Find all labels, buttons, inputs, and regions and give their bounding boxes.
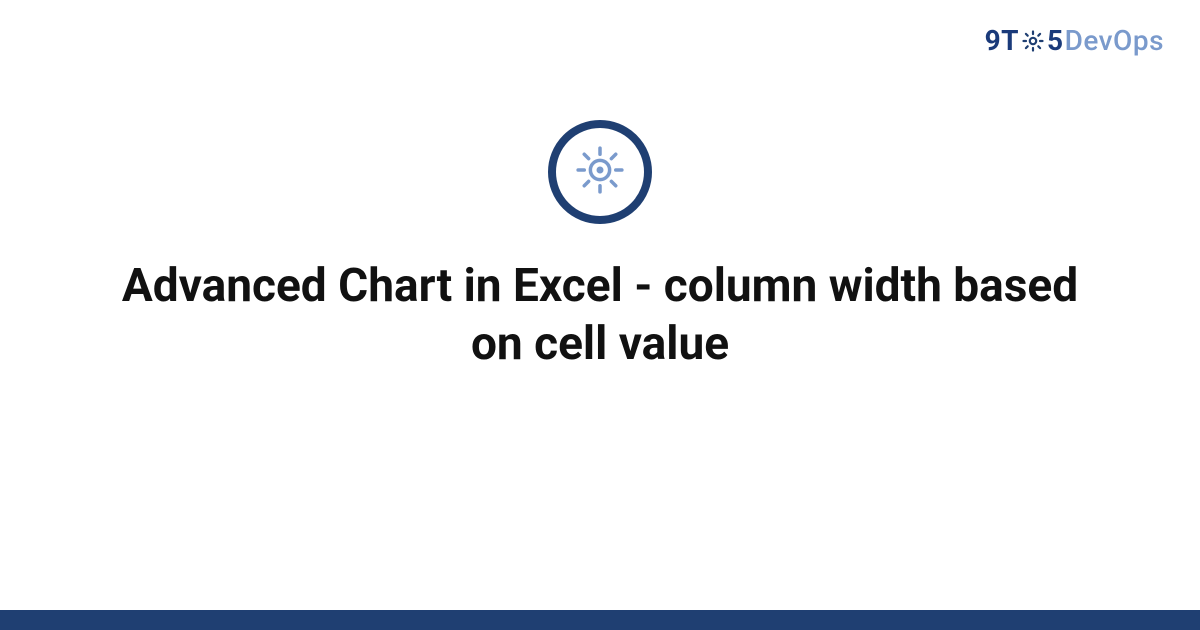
page-title: Advanced Chart in Excel - column width b…: [110, 258, 1090, 373]
page: 9T 5 DevOps Advanced Chart in Excel - co…: [0, 0, 1200, 630]
footer-bar: [0, 610, 1200, 630]
hero-icon-ring: [548, 120, 652, 224]
brand-middle: 5: [1047, 24, 1064, 57]
gear-icon: [572, 142, 628, 202]
brand-logo: 9T 5 DevOps: [985, 24, 1164, 57]
hero: Advanced Chart in Excel - column width b…: [0, 120, 1200, 373]
gear-icon: [1020, 28, 1046, 54]
brand-suffix: DevOps: [1065, 24, 1164, 57]
brand-prefix: 9T: [985, 24, 1019, 57]
